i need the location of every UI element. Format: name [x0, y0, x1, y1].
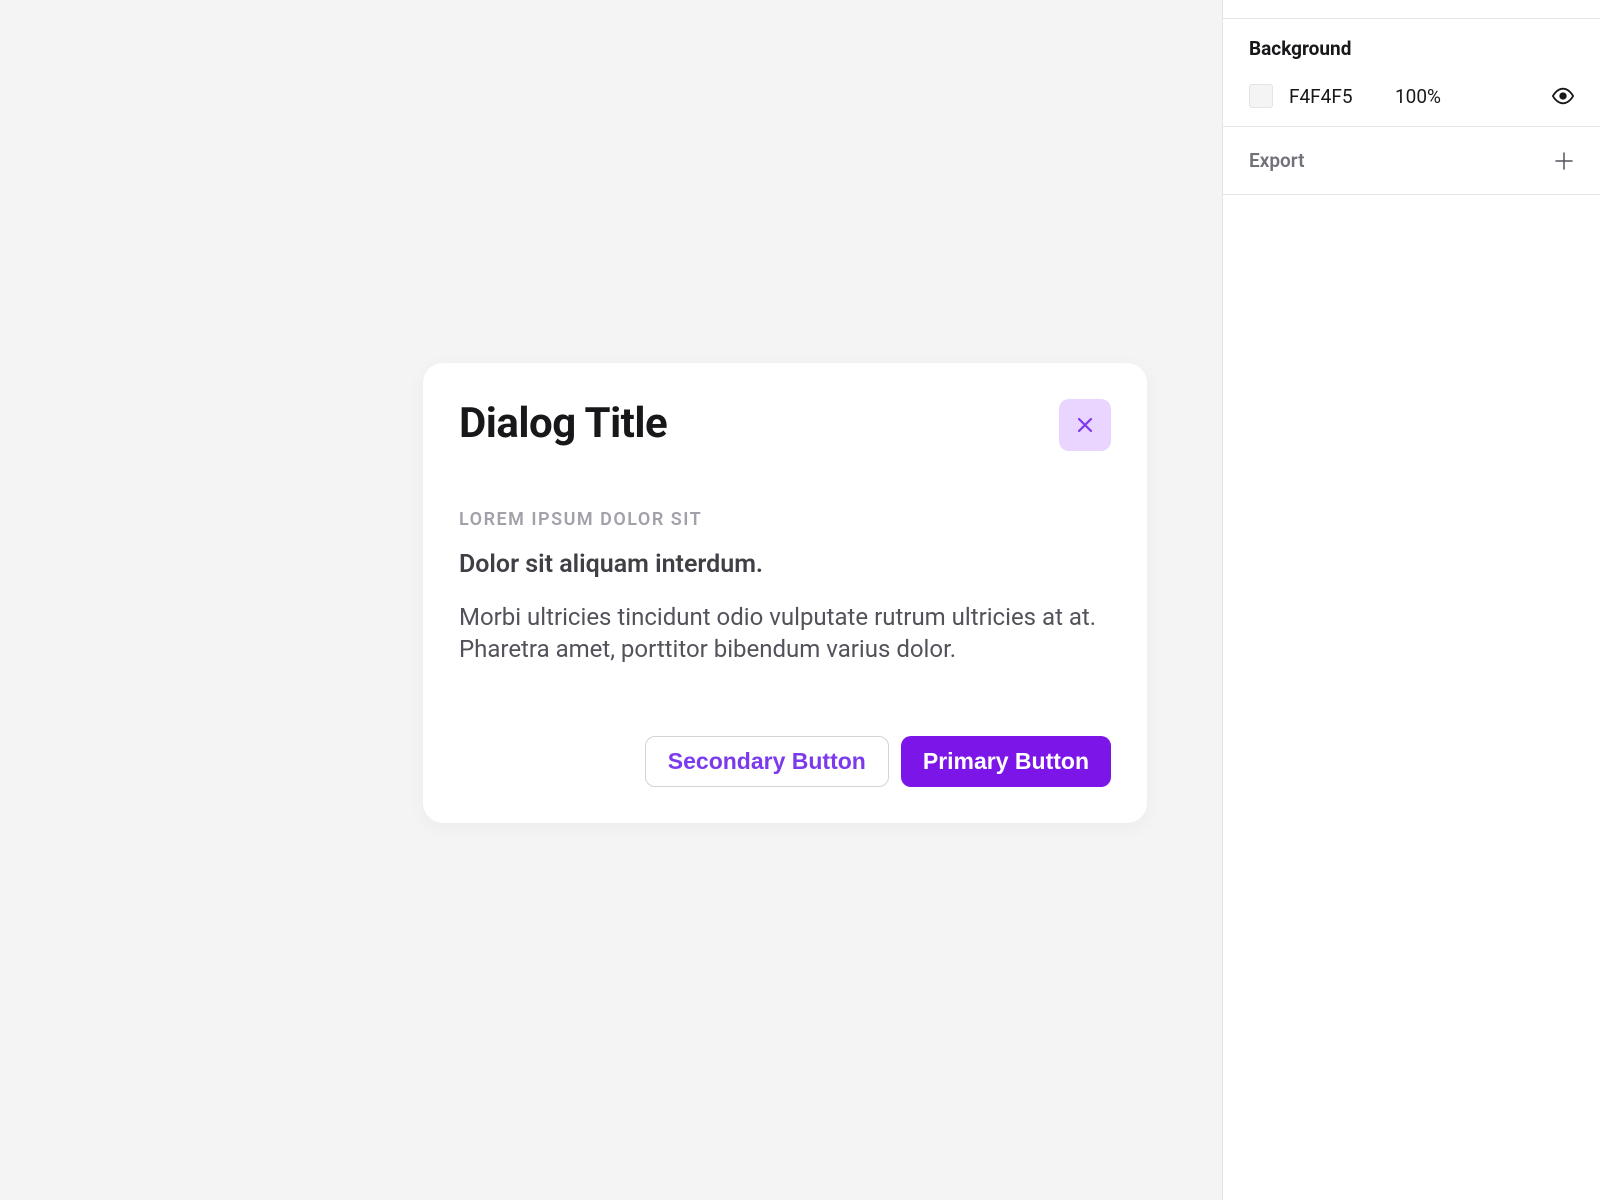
dialog-footer: Secondary Button Primary Button — [459, 736, 1111, 787]
dialog-subhead: Dolor sit aliquam interdum. — [459, 550, 1111, 579]
visibility-toggle-icon[interactable] — [1552, 85, 1574, 107]
color-hex-value[interactable]: F4F4F5 — [1289, 85, 1379, 108]
export-label: Export — [1249, 149, 1304, 172]
canvas-area[interactable]: Dialog Title LOREM IPSUM DOLOR SIT Dolor… — [0, 0, 1222, 1200]
dialog-header: Dialog Title — [459, 399, 1111, 451]
dialog-title: Dialog Title — [459, 399, 667, 448]
dialog-eyebrow: LOREM IPSUM DOLOR SIT — [459, 509, 1111, 530]
inspector-panel: Background F4F4F5 100% Export — [1222, 0, 1600, 1200]
background-section: Background F4F4F5 100% — [1223, 18, 1600, 127]
color-swatch[interactable] — [1249, 84, 1273, 108]
close-icon — [1076, 416, 1094, 434]
background-section-header: Background — [1249, 37, 1574, 60]
secondary-button[interactable]: Secondary Button — [645, 736, 889, 787]
color-opacity-value[interactable]: 100% — [1395, 85, 1536, 108]
primary-button[interactable]: Primary Button — [901, 736, 1111, 787]
background-fill-row[interactable]: F4F4F5 100% — [1249, 84, 1574, 108]
export-section[interactable]: Export — [1223, 127, 1600, 195]
dialog-body-text: Morbi ultricies tincidunt odio vulputate… — [459, 601, 1111, 666]
plus-icon[interactable] — [1554, 151, 1574, 171]
dialog-card: Dialog Title LOREM IPSUM DOLOR SIT Dolor… — [423, 363, 1147, 823]
close-button[interactable] — [1059, 399, 1111, 451]
